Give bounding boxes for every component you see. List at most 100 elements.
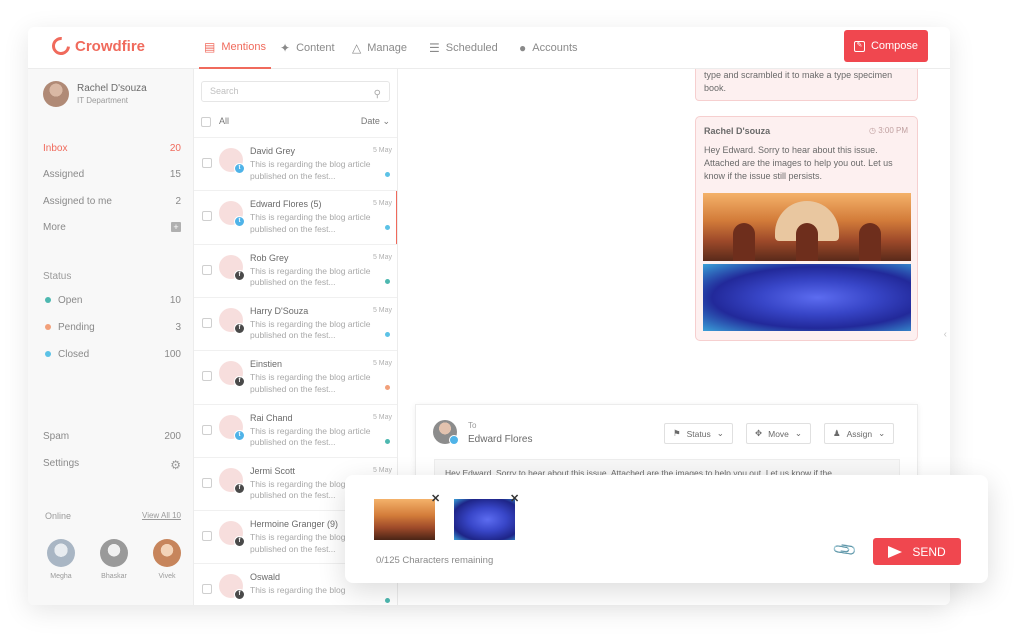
tab-content[interactable]: ✦ Content — [280, 27, 335, 69]
status-count: 10 — [169, 295, 181, 306]
temple-arch-shape — [796, 223, 818, 261]
attachment-thumbnail-temple[interactable] — [374, 499, 435, 540]
sender-name: Jermi Scott — [250, 465, 296, 476]
message-date: 5 May — [372, 360, 392, 368]
compose-button[interactable]: ✎ Compose — [844, 30, 928, 62]
tab-scheduled[interactable]: ☰ Scheduled — [429, 27, 498, 69]
select-all-checkbox[interactable] — [201, 116, 211, 127]
edit-icon: ✎ — [853, 40, 865, 52]
move-dropdown[interactable]: ✥ Move ⌄ — [746, 423, 812, 444]
sender-name: Rob Grey — [250, 252, 289, 263]
status-heading: Status — [43, 271, 72, 282]
row-checkbox[interactable] — [202, 158, 212, 168]
facebook-icon: f — [234, 482, 245, 494]
sidebar-item-assigned[interactable]: Assigned 15 — [43, 169, 181, 180]
attachment-temple-image[interactable] — [703, 193, 911, 261]
online-user-name: Vivek — [158, 573, 176, 580]
facebook-icon: f — [234, 269, 245, 281]
sender-name: Hermoine Granger (9) — [250, 519, 339, 530]
view-all-link[interactable]: View All 10 — [142, 511, 181, 521]
sort-dropdown[interactable]: Date ⌄ — [361, 116, 390, 127]
tab-mentions[interactable]: ▤ Mentions — [199, 27, 271, 69]
add-user-icon: ♟ — [833, 428, 841, 438]
sidebar-item-count: 2 — [175, 196, 181, 207]
sidebar-item-label: Spam — [43, 431, 70, 442]
list-item[interactable]: t Edward Flores (5) 5 May This is regarding… — [194, 190, 397, 245]
row-checkbox[interactable] — [202, 531, 212, 542]
status-label: Closed — [58, 349, 90, 360]
tab-manage[interactable]: △ Manage — [352, 27, 407, 69]
row-checkbox[interactable] — [202, 371, 212, 382]
sidebar-item-count: 20 — [169, 143, 181, 154]
paperclip-icon[interactable]: 📎 — [831, 536, 859, 564]
message-time-row: ◷ 3:00 PM — [869, 126, 908, 135]
row-checkbox[interactable] — [202, 317, 212, 328]
status-label: Open — [58, 295, 83, 306]
row-checkbox[interactable] — [202, 424, 212, 435]
status-dot-icon — [385, 438, 390, 444]
twitter-icon: t — [234, 163, 245, 174]
status-label: Pending — [58, 322, 95, 333]
crowdfire-logo[interactable]: Crowdfire — [48, 33, 145, 59]
sidebar-item-count: 15 — [169, 169, 181, 180]
send-icon — [888, 545, 903, 558]
sidebar-item-inbox[interactable]: Inbox 20 — [43, 143, 181, 154]
crowdfire-logo-icon — [48, 33, 74, 59]
avatar — [100, 539, 128, 567]
row-checkbox[interactable] — [202, 584, 212, 595]
status-closed[interactable]: Closed 100 — [45, 349, 181, 360]
compose-label: Compose — [870, 40, 919, 52]
close-icon[interactable]: ✕ — [431, 492, 440, 505]
list-item[interactable]: f Rob Grey 5 May This is regarding the blog… — [194, 243, 397, 297]
chevron-down-icon: ⌄ — [382, 116, 390, 126]
online-user[interactable]: Vivek — [151, 539, 183, 580]
close-icon[interactable]: ✕ — [510, 492, 519, 505]
tab-accounts[interactable]: ● Accounts — [519, 27, 578, 69]
status-dot-icon — [45, 351, 51, 358]
status-pending[interactable]: Pending 3 — [45, 322, 181, 333]
message-date: 5 May — [372, 306, 392, 314]
left-sidebar: Rachel D'souza IT Department Inbox 20 As… — [28, 69, 194, 605]
hierarchy-icon: △ — [352, 41, 362, 55]
message-preview: This is regarding the blog article publi… — [250, 372, 371, 394]
status-dot-icon — [45, 324, 51, 331]
user-profile[interactable]: Rachel D'souza IT Department — [43, 81, 147, 107]
sidebar-item-count: 200 — [164, 431, 181, 442]
search-input[interactable]: Search ⚲ — [201, 81, 390, 102]
sidebar-item-settings[interactable]: Settings ⚙ — [43, 458, 181, 472]
message-date: 5 May — [372, 200, 392, 208]
status-dropdown[interactable]: ⚑ Status ⌄ — [664, 423, 733, 444]
send-button[interactable]: SEND — [873, 538, 961, 565]
temple-arch-shape — [733, 223, 755, 261]
attachment-composer: ✕ ✕ 0/125 Characters remaining 📎 SEND — [345, 475, 988, 583]
sidebar-item-label: More — [43, 222, 66, 233]
message-text: Hey Edward. Sorry to hear about this iss… — [704, 145, 893, 181]
assign-dropdown[interactable]: ♟ Assign ⌄ — [824, 423, 895, 444]
attachment-rose-image[interactable] — [703, 264, 911, 331]
message-time: 3:00 PM — [878, 126, 908, 135]
sidebar-item-more[interactable]: More + — [43, 222, 181, 233]
list-item[interactable]: f Harry D'Souza 5 May This is regarding the… — [194, 296, 397, 350]
status-open[interactable]: Open 10 — [45, 295, 181, 306]
status-dot-icon — [385, 225, 390, 231]
row-checkbox[interactable] — [202, 211, 212, 222]
online-user[interactable]: Megha — [45, 539, 77, 580]
status-dot-icon — [385, 385, 390, 391]
row-checkbox[interactable] — [202, 477, 212, 488]
online-user[interactable]: Bhaskar — [98, 539, 130, 580]
message-preview: This is regarding the blog article publi… — [250, 265, 371, 288]
tab-manage-label: Manage — [367, 42, 407, 54]
status-count: 3 — [175, 322, 181, 333]
row-checkbox[interactable] — [202, 264, 212, 275]
sidebar-item-spam[interactable]: Spam 200 — [43, 431, 181, 442]
tab-mentions-label: Mentions — [221, 41, 266, 53]
attachment-thumbnail-rose[interactable] — [454, 499, 515, 540]
chevron-left-icon[interactable]: ‹ — [944, 329, 947, 340]
sidebar-item-assigned-to-me[interactable]: Assigned to me 2 — [43, 196, 181, 207]
list-item[interactable]: f Einstien 5 May This is regarding the blog… — [194, 350, 397, 403]
avatar — [153, 539, 181, 567]
list-item[interactable]: t Rai Chand 5 May This is regarding the blo… — [194, 403, 397, 457]
list-item[interactable]: t David Grey 5 May This is regarding the bl… — [194, 137, 397, 190]
message-bubble: Rachel D'souza ◷ 3:00 PM Hey Edward. Sor… — [695, 116, 918, 341]
sender-name: Einstien — [250, 359, 283, 370]
